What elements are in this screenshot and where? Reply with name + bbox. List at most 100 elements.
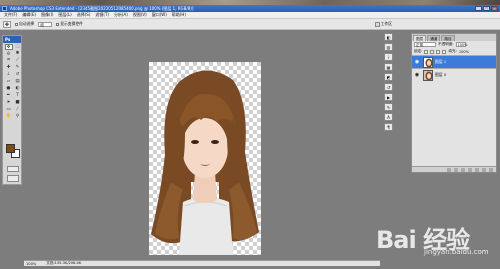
layer-mask-icon[interactable]: [461, 167, 465, 172]
crop-tool-icon[interactable]: ⌗: [5, 58, 13, 64]
paragraph-icon[interactable]: ¶: [384, 123, 393, 131]
stamp-tool-icon[interactable]: ⊥: [5, 72, 13, 78]
zoom-tool-icon[interactable]: ⚲: [14, 114, 22, 120]
menu-file[interactable]: 文件(F): [4, 12, 17, 18]
title-bar: Adobe Photoshop CS3 Extended - [2345截图20…: [0, 5, 500, 12]
menu-help[interactable]: 帮助(H): [172, 12, 186, 18]
blend-row: 正常 不透明度: 100%: [412, 41, 496, 48]
status-bar: 100% 文档:155.3K/206.4K: [24, 260, 380, 266]
eye-icon[interactable]: ◉: [413, 58, 421, 66]
menu-filter[interactable]: 滤镜(T): [95, 12, 109, 18]
type-tool-icon[interactable]: T: [14, 93, 22, 99]
photoshop-app-icon: [2, 6, 7, 11]
menu-view[interactable]: 视图(V): [133, 12, 147, 18]
eye-icon[interactable]: ◉: [413, 71, 421, 79]
layer-row[interactable]: ◉ 图层 1: [412, 55, 496, 68]
gradient-tool-icon[interactable]: ▤: [14, 79, 22, 85]
fill-label: 填充:: [448, 49, 457, 53]
brush-tool-icon[interactable]: ✎: [14, 65, 22, 71]
new-group-icon[interactable]: [475, 167, 479, 172]
swatches-icon[interactable]: ▦: [384, 63, 393, 71]
close-button[interactable]: ×: [491, 6, 498, 11]
tab-layers[interactable]: 图层: [413, 35, 427, 41]
shape-tool-icon[interactable]: ■: [14, 100, 22, 106]
menu-window[interactable]: 窗口(W): [152, 12, 167, 18]
opacity-label: 不透明度:: [438, 42, 454, 46]
eraser-tool-icon[interactable]: ▱: [5, 79, 13, 85]
auto-select-checkbox[interactable]: 自动选择: [15, 21, 34, 27]
slice-tool-icon[interactable]: ⟋: [14, 58, 22, 64]
document-size: 文档:155.3K/206.4K: [46, 261, 82, 265]
move-tool-preset-icon[interactable]: ✥: [3, 20, 11, 28]
dodge-tool-icon[interactable]: ◐: [14, 86, 22, 92]
move-tool-icon[interactable]: ✥: [4, 44, 13, 50]
fill-field[interactable]: 100%: [459, 50, 469, 54]
panel-tabs: 图层 通道 路径: [412, 34, 496, 41]
menu-layer[interactable]: 图层(L): [58, 12, 71, 18]
histogram-icon[interactable]: ▥: [384, 43, 393, 51]
document-canvas[interactable]: [149, 62, 261, 255]
styles-icon[interactable]: ◩: [384, 73, 393, 81]
maximize-button[interactable]: □: [483, 6, 490, 11]
lock-transparent-icon[interactable]: [424, 49, 429, 54]
marquee-tool-icon[interactable]: ⬚: [14, 44, 22, 50]
foreground-color-swatch[interactable]: [6, 144, 15, 153]
menu-edit[interactable]: 编辑(E): [22, 12, 36, 18]
opacity-field[interactable]: 100%: [455, 42, 467, 47]
lock-position-icon[interactable]: [436, 49, 441, 54]
menu-select[interactable]: 选择(S): [77, 12, 91, 18]
adjustment-layer-icon[interactable]: [468, 167, 472, 172]
magic-wand-tool-icon[interactable]: ✱: [14, 51, 22, 57]
workspace-icon: [374, 21, 380, 27]
tab-paths[interactable]: 路径: [441, 35, 455, 41]
tool-grid: ✥ ⬚ ϱ ✱ ⌗ ⟋ ✚ ✎ ⊥ ↺ ▱ ▤ ● ◐ ✒ T ➤ ■ ▭ ⁄ …: [3, 43, 21, 121]
layer-row[interactable]: ◉ 图层 0: [412, 68, 496, 81]
layer-thumbnail: [423, 69, 433, 81]
canvas-area[interactable]: [24, 30, 380, 259]
zoom-level[interactable]: 100%: [26, 262, 36, 266]
minimize-button[interactable]: _: [475, 6, 482, 11]
navigator-icon[interactable]: ◧: [384, 33, 393, 41]
menu-image[interactable]: 图像(I): [41, 12, 53, 18]
portrait-image: [151, 70, 259, 255]
actions-icon[interactable]: ▶: [384, 93, 393, 101]
menu-bar: 文件(F) 编辑(E) 图像(I) 图层(L) 选择(S) 滤镜(T) 分析(A…: [0, 12, 500, 19]
tab-channels[interactable]: 通道: [427, 35, 441, 41]
blur-tool-icon[interactable]: ●: [5, 86, 13, 92]
character-icon[interactable]: A: [384, 113, 393, 121]
lock-image-icon[interactable]: [430, 49, 435, 54]
hand-tool-icon[interactable]: ✋: [5, 114, 13, 120]
panel-dock: ◧ ▥ ⅰ ▦ ◩ ↺ ▶ ✎ A ¶: [384, 33, 394, 153]
toolbox: Ps ✥ ⬚ ϱ ✱ ⌗ ⟋ ✚ ✎ ⊥ ↺ ▱ ▤ ● ◐ ✒ T ➤ ■ ▭…: [2, 35, 22, 185]
window-controls: _ □ ×: [475, 6, 498, 11]
layers-panel-footer: [412, 166, 496, 172]
lock-label: 锁定:: [414, 49, 423, 53]
menu-analysis[interactable]: 分析(A): [114, 12, 128, 18]
history-brush-icon[interactable]: ↺: [14, 72, 22, 78]
show-transform-checkbox[interactable]: 显示变换控件: [56, 21, 83, 27]
notes-tool-icon[interactable]: ▭: [5, 107, 13, 113]
pen-tool-icon[interactable]: ✒: [5, 93, 13, 99]
heal-tool-icon[interactable]: ✚: [5, 65, 13, 71]
screen-mode-button[interactable]: [7, 175, 19, 182]
lock-row: 锁定: 填充: 100%: [412, 48, 496, 55]
lock-all-icon[interactable]: [442, 49, 447, 54]
blend-mode-dropdown[interactable]: 正常: [414, 42, 436, 47]
layer-thumbnail: [423, 56, 433, 68]
workspace-button[interactable]: 工作区: [374, 21, 392, 27]
options-bar: ✥ 自动选择 组 显示变换控件 工作区: [0, 19, 500, 30]
quick-mask-toggle[interactable]: [7, 166, 19, 172]
auto-select-dropdown[interactable]: 组: [38, 21, 53, 27]
brushes-icon[interactable]: ✎: [384, 103, 393, 111]
info-icon[interactable]: ⅰ: [384, 53, 393, 61]
delete-layer-icon[interactable]: [489, 167, 493, 172]
eyedropper-tool-icon[interactable]: ⁄: [14, 107, 22, 113]
history-icon[interactable]: ↺: [384, 83, 393, 91]
path-select-icon[interactable]: ➤: [5, 100, 13, 106]
toolbox-header: Ps: [3, 36, 21, 43]
layer-name: 图层 0: [435, 72, 447, 77]
link-layers-icon[interactable]: [447, 167, 451, 172]
lasso-tool-icon[interactable]: ϱ: [5, 51, 13, 57]
layer-style-icon[interactable]: [454, 167, 458, 172]
new-layer-icon[interactable]: [482, 167, 486, 172]
